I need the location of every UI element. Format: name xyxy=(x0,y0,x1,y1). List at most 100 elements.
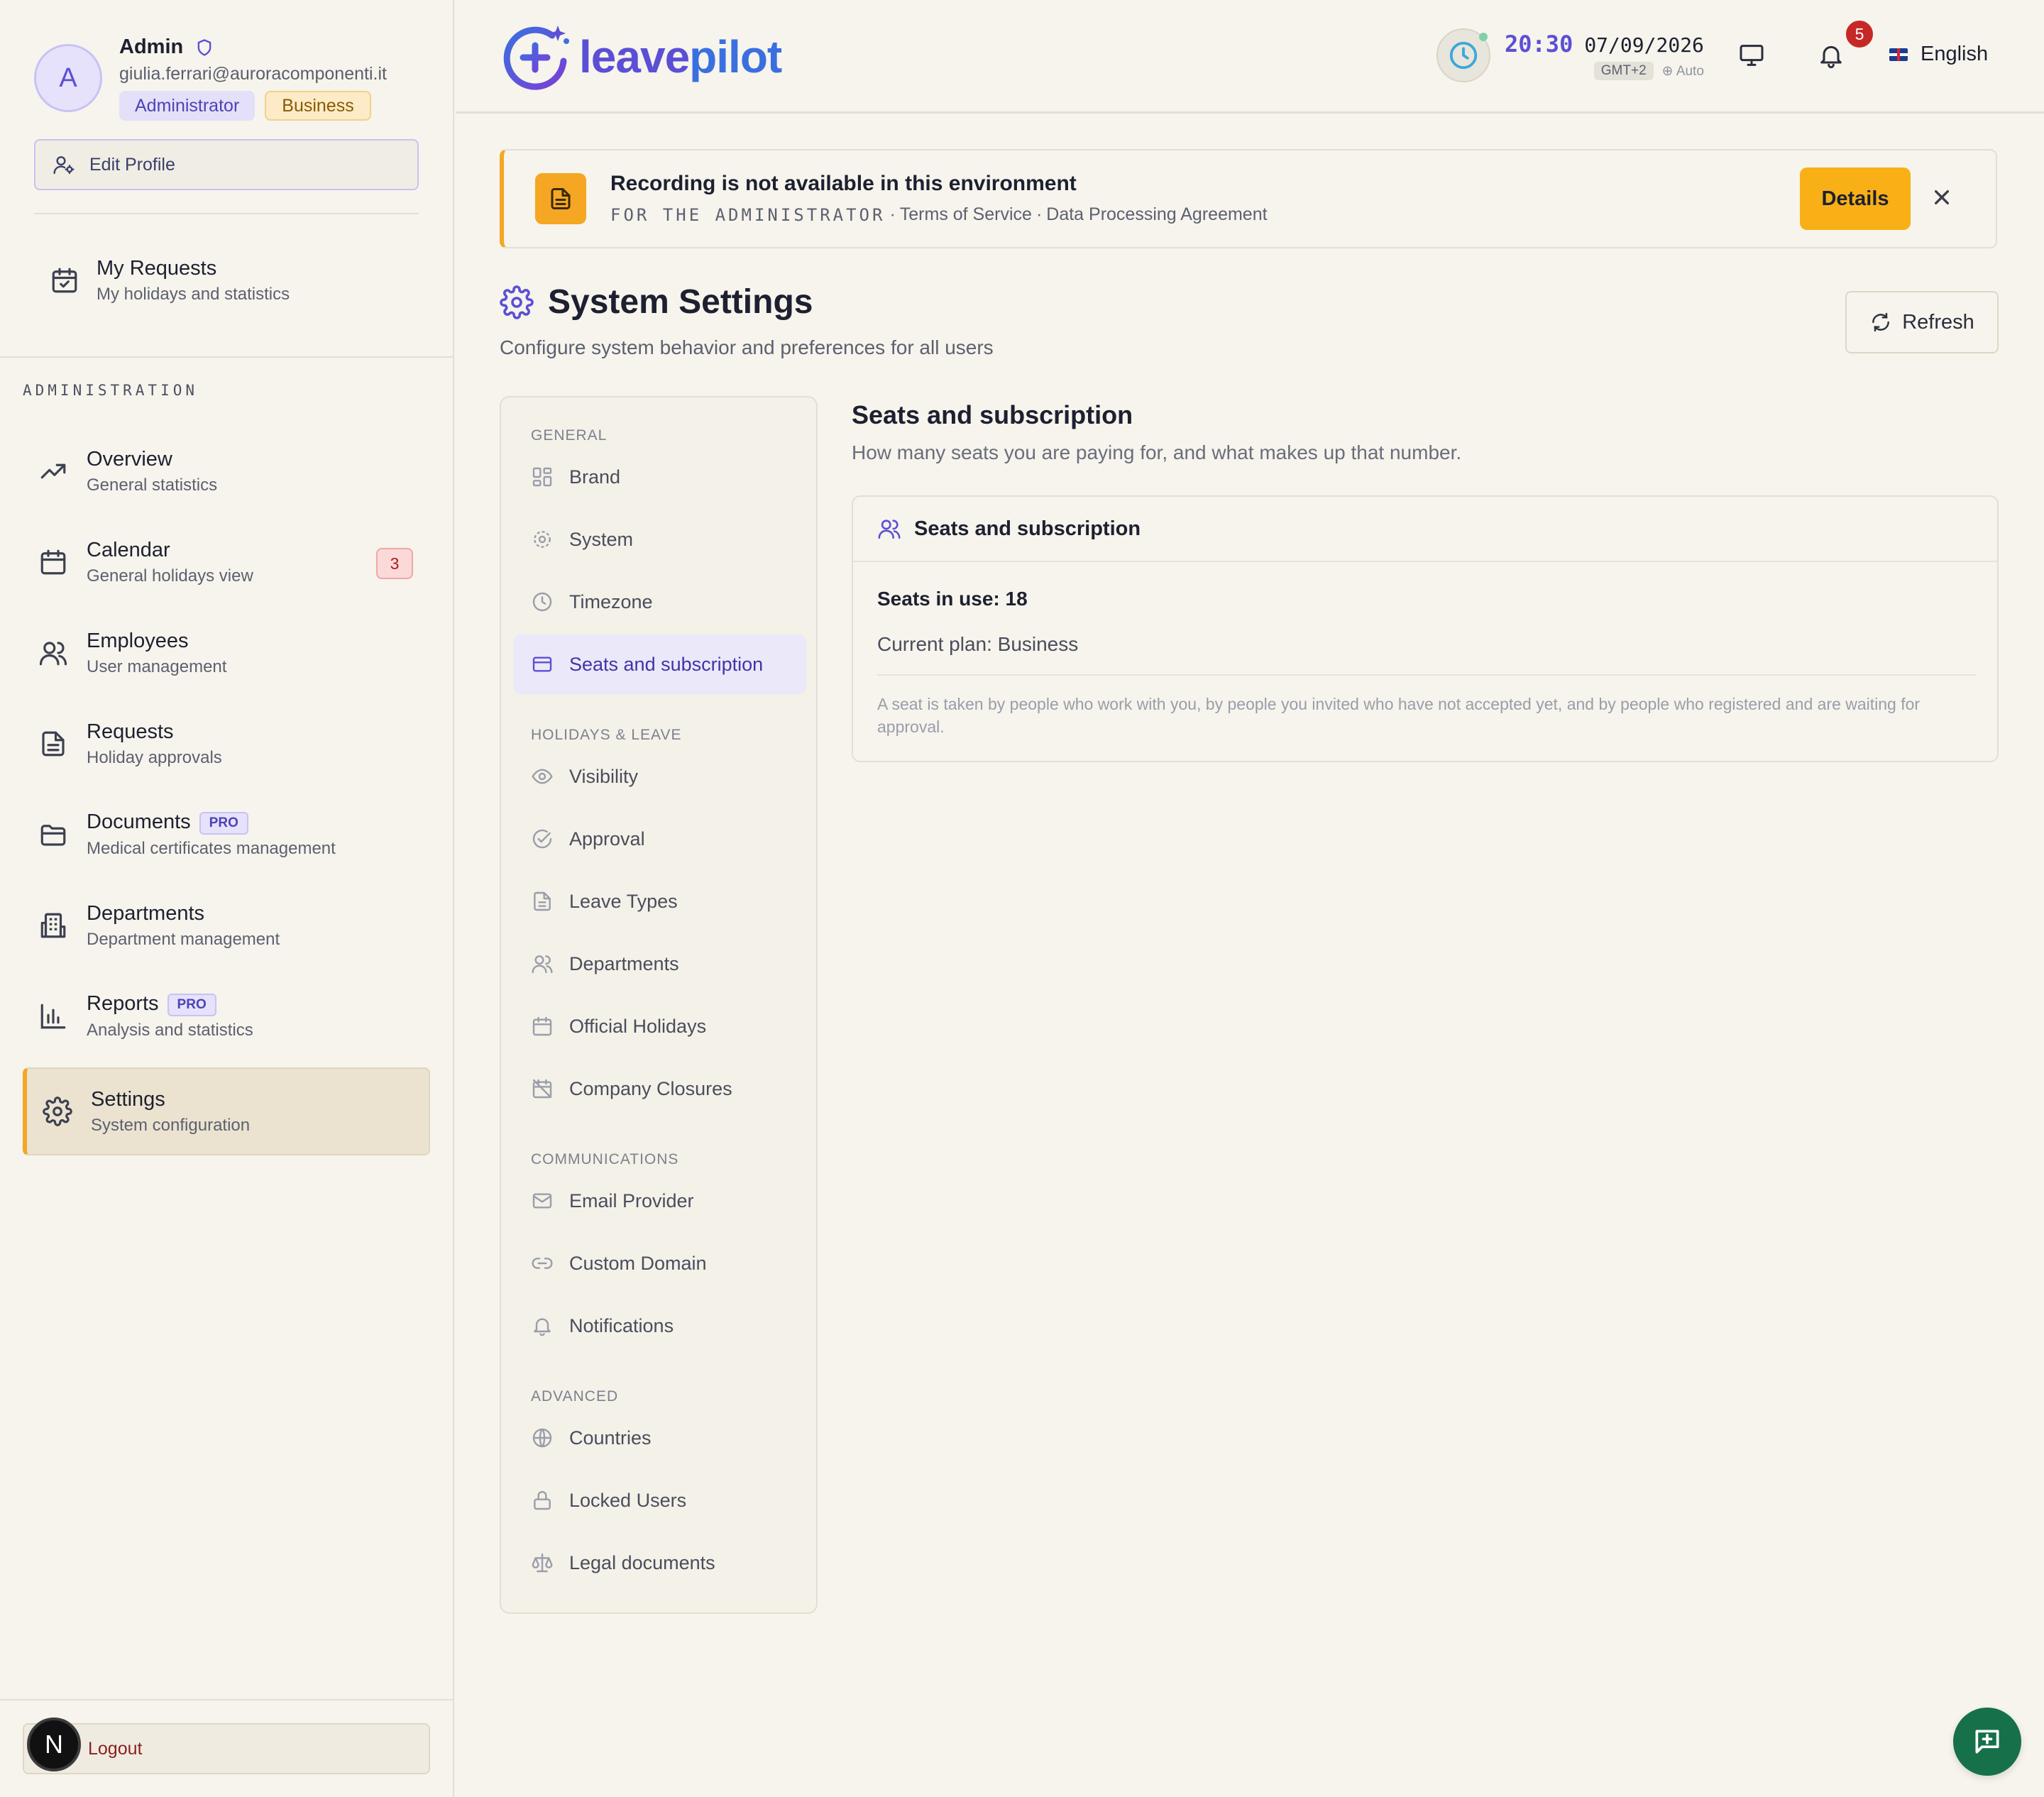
avatar[interactable]: A xyxy=(34,44,102,112)
divider xyxy=(0,1699,454,1700)
sidebar-item-subtitle: Holiday approvals xyxy=(87,747,222,767)
shield-icon xyxy=(194,38,214,57)
bar-chart-icon xyxy=(38,1001,68,1031)
card-title: Seats and subscription xyxy=(914,517,1141,540)
app-logo[interactable]: leavepilot xyxy=(500,20,782,94)
settings-item-system[interactable]: System xyxy=(514,510,806,569)
settings-item-brand[interactable]: Brand xyxy=(514,447,806,507)
sidebar-item-settings[interactable]: Settings System configuration xyxy=(23,1067,430,1155)
settings-item-label: Company Closures xyxy=(569,1077,732,1099)
settings-item-timezone[interactable]: Timezone xyxy=(514,572,806,632)
monitor-icon[interactable] xyxy=(1737,41,1766,70)
settings-item-countries[interactable]: Countries xyxy=(514,1408,806,1468)
settings-item-visibility[interactable]: Visibility xyxy=(514,747,806,806)
folder-icon xyxy=(38,820,68,850)
settings-item-notifications[interactable]: Notifications xyxy=(514,1296,806,1356)
settings-item-approval[interactable]: Approval xyxy=(514,809,806,869)
refresh-icon xyxy=(1869,311,1892,334)
settings-item-locked-users[interactable]: Locked Users xyxy=(514,1471,806,1530)
timezone-badge: GMT+2 xyxy=(1593,62,1654,80)
my-requests-title: My Requests xyxy=(97,256,217,280)
document-icon xyxy=(38,729,68,759)
settings-item-company-closures[interactable]: Company Closures xyxy=(514,1059,806,1119)
seats-in-use: Seats in use: 18 xyxy=(877,588,1028,610)
uk-flag-icon xyxy=(1889,48,1908,61)
settings-group-label: ADVANCED xyxy=(531,1388,619,1405)
user-name-row: Admin xyxy=(119,35,214,59)
chat-button[interactable] xyxy=(1953,1708,2021,1776)
bell-icon xyxy=(531,1314,554,1337)
timezone-mode: ⊕ Auto xyxy=(1661,63,1704,79)
users-icon xyxy=(531,952,554,975)
document-icon xyxy=(531,890,554,913)
clock-icon xyxy=(531,590,554,613)
sidebar-item-my-requests[interactable]: My Requests My holidays and statistics xyxy=(34,248,432,312)
settings-item-seats-and-subscription[interactable]: Seats and subscription xyxy=(514,634,806,694)
sidebar-item-title: Documents xyxy=(87,810,191,834)
sidebar-item-overview[interactable]: Overview General statistics xyxy=(23,426,430,517)
user-email: giulia.ferrari@auroracomponenti.it xyxy=(119,64,387,84)
settings-item-departments[interactable]: Departments xyxy=(514,934,806,994)
language-selector[interactable]: English xyxy=(1889,43,1988,66)
sidebar-item-title-row: Documents PRO xyxy=(87,810,336,835)
sidebar-item-subtitle: System configuration xyxy=(91,1115,251,1135)
pro-badge: PRO xyxy=(167,993,216,1016)
logout-button[interactable]: Logout xyxy=(23,1723,430,1774)
top-header: leavepilot 20:30 07/09/2026 GMT+2 ⊕ Auto… xyxy=(456,0,2044,114)
settings-group-label: COMMUNICATIONS xyxy=(531,1151,679,1167)
refresh-label: Refresh xyxy=(1902,310,1974,334)
sidebar-item-calendar[interactable]: Calendar General holidays view 3 xyxy=(23,517,430,608)
sidebar-item-reports[interactable]: Reports PRO Analysis and statistics xyxy=(23,971,430,1062)
sidebar-item-documents[interactable]: Documents PRO Medical certificates manage… xyxy=(23,789,430,880)
settings-item-label: Timezone xyxy=(569,590,653,612)
logo-word-leave: leave xyxy=(579,31,690,82)
clock-icon xyxy=(1436,28,1490,82)
sidebar-item-subtitle: General statistics xyxy=(87,475,218,495)
link-icon xyxy=(531,1252,554,1275)
user-settings-icon xyxy=(53,153,75,176)
dpa-link[interactable]: Data Processing Agreement xyxy=(1046,204,1267,225)
divider xyxy=(0,356,454,358)
settings-item-email-provider[interactable]: Email Provider xyxy=(514,1171,806,1231)
sidebar-item-subtitle: Medical certificates management xyxy=(87,838,336,858)
sidebar-item-employees[interactable]: Employees User management xyxy=(23,608,430,698)
settings-item-leave-types[interactable]: Leave Types xyxy=(514,872,806,931)
bell-icon[interactable] xyxy=(1817,41,1845,70)
current-plan: Current plan: Business xyxy=(877,633,1079,655)
settings-item-label: Approval xyxy=(569,828,645,850)
edit-profile-button[interactable]: Edit Profile xyxy=(34,139,419,190)
settings-item-label: Custom Domain xyxy=(569,1252,707,1274)
settings-group-label: HOLIDAYS & LEAVE xyxy=(531,727,682,743)
plan-badge: Business xyxy=(265,91,371,121)
settings-item-legal-documents[interactable]: Legal documents xyxy=(514,1533,806,1593)
settings-item-label: Email Provider xyxy=(569,1189,694,1211)
settings-group-label: GENERAL xyxy=(531,427,608,444)
details-button[interactable]: Details xyxy=(1800,167,1911,230)
settings-item-official-holidays[interactable]: Official Holidays xyxy=(514,996,806,1056)
sidebar-item-title-row: Reports PRO xyxy=(87,992,253,1016)
user-badges: Administrator Business xyxy=(119,91,371,121)
settings-item-label: Locked Users xyxy=(569,1489,687,1511)
seats-card: Seats and subscription Seats in use: 18 … xyxy=(852,495,1999,762)
settings-item-label: System xyxy=(569,528,634,550)
gear-icon xyxy=(500,285,534,319)
calendar-off-icon xyxy=(531,1077,554,1100)
seats-note: A seat is taken by people who work with … xyxy=(877,695,1921,736)
check-circle-icon xyxy=(531,828,554,850)
sidebar-item-title: Settings xyxy=(91,1087,165,1111)
message-plus-icon xyxy=(1972,1726,2003,1757)
refresh-button[interactable]: Refresh xyxy=(1845,291,1999,353)
settings-item-label: Official Holidays xyxy=(569,1015,707,1037)
clock-widget[interactable]: 20:30 07/09/2026 GMT+2 ⊕ Auto xyxy=(1436,28,1704,82)
dev-tools-badge[interactable]: N xyxy=(27,1718,81,1771)
page-subtitle: Configure system behavior and preference… xyxy=(500,336,994,358)
sidebar-item-departments[interactable]: Departments Department management xyxy=(23,880,430,971)
current-time: 20:30 xyxy=(1505,31,1573,57)
close-icon[interactable] xyxy=(1928,183,1956,211)
terms-link[interactable]: Terms of Service xyxy=(900,204,1032,225)
calendar-icon xyxy=(38,547,68,577)
sidebar-item-requests[interactable]: Requests Holiday approvals xyxy=(23,698,430,789)
settings-item-label: Leave Types xyxy=(569,890,678,912)
settings-item-custom-domain[interactable]: Custom Domain xyxy=(514,1233,806,1293)
credit-card-icon xyxy=(531,653,554,676)
